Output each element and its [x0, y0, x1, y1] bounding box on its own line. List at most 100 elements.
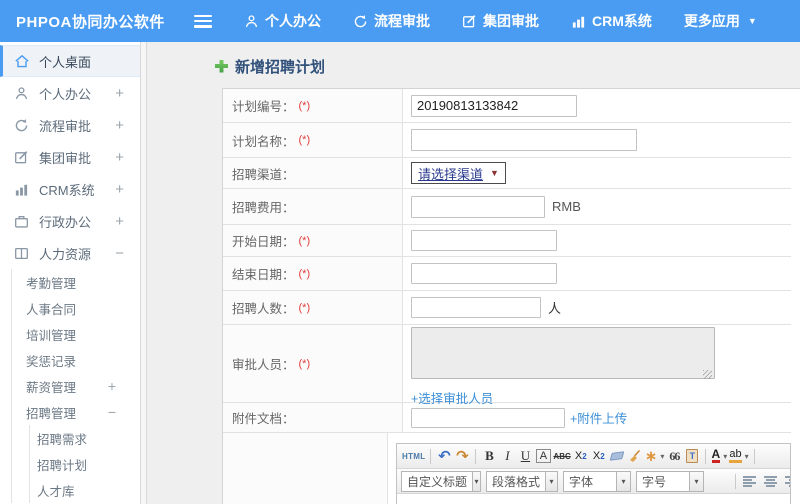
- sidebar-item-rewards[interactable]: 奖惩记录: [12, 347, 140, 373]
- form-row-plan-name: 计划名称： (*): [223, 123, 791, 158]
- align-right-icon[interactable]: [782, 471, 790, 492]
- collapse-icon[interactable]: −: [115, 245, 124, 262]
- chevron-down-icon: ▾: [472, 471, 480, 491]
- sidebar: 个人桌面 个人办公 + 流程审批 + 集团审批 + CRM系统 + 行政办公 +: [0, 42, 140, 504]
- expand-icon[interactable]: +: [115, 181, 124, 198]
- eraser-icon[interactable]: [608, 446, 626, 467]
- sidebar-scrollbar[interactable]: [140, 42, 147, 504]
- sidebar-item-training[interactable]: 培训管理: [12, 321, 140, 347]
- form-row-editor: HTML ↶ ↷ B I U A ABC X2 X2 ∗ ▾ 66 T A ▾ …: [223, 433, 791, 504]
- sidebar-item-personal-office[interactable]: 个人办公 +: [0, 77, 140, 109]
- form-row-attachment: 附件文档： +附件上传: [223, 403, 791, 433]
- sidebar-item-talent-pool[interactable]: 人才库: [30, 477, 140, 503]
- custom-title-dropdown[interactable]: 自定义标题 ▾: [401, 470, 481, 492]
- approver-textarea[interactable]: [411, 326, 715, 379]
- undo-icon[interactable]: ↶: [435, 446, 453, 467]
- font-color-dropdown[interactable]: A ▾: [710, 446, 728, 467]
- font-family-dropdown[interactable]: 字体 ▾: [563, 470, 631, 492]
- paragraph-format-dropdown[interactable]: 段落格式 ▾: [486, 470, 558, 492]
- subscript-button[interactable]: X2: [590, 446, 608, 467]
- add-plus-icon: [215, 59, 228, 73]
- underline-button[interactable]: U: [516, 446, 534, 467]
- expand-icon[interactable]: +: [108, 378, 116, 394]
- form-row-fee: 招聘费用： RMB: [223, 189, 791, 225]
- redo-icon[interactable]: ↷: [453, 446, 471, 467]
- sidebar-item-attendance[interactable]: 考勤管理: [12, 269, 140, 295]
- sidebar-item-recruit-plan[interactable]: 招聘计划: [30, 451, 140, 477]
- expand-icon[interactable]: +: [115, 213, 124, 230]
- superscript-button[interactable]: X2: [572, 446, 590, 467]
- editor-toolbar-row-1: HTML ↶ ↷ B I U A ABC X2 X2 ∗ ▾ 66 T A ▾ …: [397, 444, 790, 469]
- chevron-down-icon: ▾: [689, 471, 703, 491]
- form-row-plan-no: 计划编号： (*): [223, 89, 791, 123]
- sidebar-item-crm-system[interactable]: CRM系统 +: [0, 173, 140, 205]
- form-row-approver: 审批人员： (*) +选择审批人员: [223, 325, 791, 406]
- breadcrumb: 新增招聘计划: [215, 56, 800, 76]
- app-logo: PHPOA协同办公软件: [16, 13, 165, 31]
- headcount-input[interactable]: [411, 297, 541, 318]
- required-mark: (*): [298, 234, 311, 247]
- editor-content-area[interactable]: [397, 494, 790, 504]
- sidebar-recruit-submenu: 招聘需求 招聘计划 人才库: [29, 425, 140, 503]
- align-left-icon[interactable]: [740, 471, 758, 492]
- sidebar-item-group-approval[interactable]: 集团审批 +: [0, 141, 140, 173]
- page-title: 新增招聘计划: [235, 58, 326, 76]
- user-icon: [13, 85, 30, 102]
- format-brush-icon[interactable]: [626, 446, 644, 467]
- field-label: 开始日期：: [232, 235, 295, 249]
- sidebar-item-recruit-mgmt[interactable]: 招聘管理 −: [12, 399, 140, 425]
- chevron-down-icon: ▼: [747, 16, 757, 26]
- required-mark: (*): [298, 99, 311, 112]
- attachment-input[interactable]: [411, 407, 565, 428]
- format-painter-dropdown[interactable]: ∗ ▾: [644, 446, 666, 467]
- history-icon: [13, 117, 30, 134]
- blockquote-button[interactable]: 66: [665, 446, 683, 467]
- field-label: 附件文档：: [232, 412, 295, 426]
- paste-text-icon[interactable]: T: [683, 446, 701, 467]
- italic-button[interactable]: I: [498, 446, 516, 467]
- sidebar-item-recruit-demand[interactable]: 招聘需求: [30, 425, 140, 451]
- required-mark: (*): [298, 267, 311, 280]
- user-icon: [244, 14, 259, 29]
- font-size-dropdown[interactable]: 字号 ▾: [636, 470, 704, 492]
- briefcase-icon: [13, 213, 30, 230]
- end-date-input[interactable]: [411, 263, 557, 284]
- nav-more-apps[interactable]: 更多应用 ▼: [684, 11, 757, 31]
- chevron-down-icon: ▼: [490, 168, 499, 178]
- sidebar-item-salary[interactable]: 薪资管理 +: [12, 373, 140, 399]
- form-row-start-date: 开始日期： (*): [223, 225, 791, 257]
- top-nav: 个人办公 流程审批 集团审批 CRM系统 更多应用 ▼: [244, 11, 789, 31]
- nav-group-approval[interactable]: 集团审批: [462, 11, 539, 31]
- sidebar-item-admin-office[interactable]: 行政办公 +: [0, 205, 140, 237]
- field-label: 审批人员：: [232, 358, 295, 372]
- plan-name-input[interactable]: [411, 129, 637, 151]
- channel-select[interactable]: 请选择渠道 ▼: [411, 162, 506, 184]
- nav-crm-system[interactable]: CRM系统: [571, 11, 652, 31]
- sidebar-item-personal-desktop[interactable]: 个人桌面: [0, 45, 140, 77]
- chevron-down-icon: ▾: [616, 471, 630, 491]
- nav-personal-office[interactable]: 个人办公: [244, 11, 321, 31]
- html-source-button[interactable]: HTML: [401, 446, 426, 467]
- attachment-upload-link[interactable]: +附件上传: [570, 408, 627, 427]
- field-label: 结束日期：: [232, 268, 295, 282]
- sidebar-item-human-resources[interactable]: 人力资源 −: [0, 237, 140, 269]
- highlight-color-dropdown[interactable]: ab ▾: [728, 446, 749, 467]
- main-content: 新增招聘计划 计划编号： (*) 计划名称： (*) 招聘渠道：: [147, 42, 800, 504]
- plan-no-input[interactable]: [411, 94, 577, 117]
- strikethrough-button[interactable]: ABC: [552, 446, 571, 467]
- nav-workflow-approval[interactable]: 流程审批: [353, 11, 430, 31]
- expand-icon[interactable]: +: [115, 149, 124, 166]
- start-date-input[interactable]: [411, 230, 557, 251]
- sidebar-item-hr-contract[interactable]: 人事合同: [12, 295, 140, 321]
- expand-icon[interactable]: +: [115, 117, 124, 134]
- menu-toggle-icon[interactable]: [194, 14, 212, 28]
- expand-icon[interactable]: +: [115, 85, 124, 102]
- sidebar-item-workflow-approval[interactable]: 流程审批 +: [0, 109, 140, 141]
- autotypeset-button[interactable]: A: [534, 446, 552, 467]
- align-center-icon[interactable]: [761, 471, 779, 492]
- history-icon: [353, 14, 368, 29]
- bold-button[interactable]: B: [480, 446, 498, 467]
- fee-input[interactable]: [411, 195, 545, 218]
- collapse-icon[interactable]: −: [108, 404, 116, 420]
- edit-icon: [13, 149, 30, 166]
